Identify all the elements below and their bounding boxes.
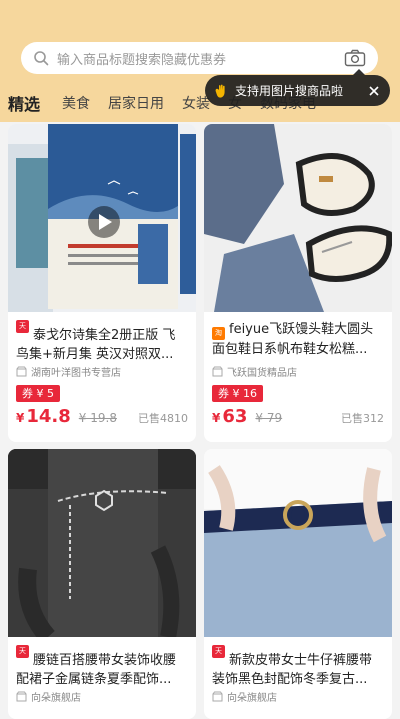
hand-wave-icon xyxy=(215,84,225,98)
price: ¥63 xyxy=(212,406,248,427)
product-title[interactable]: 天猫 泰戈尔诗集全2册正版 飞鸟集+新月集 英汉对照双... xyxy=(8,312,196,360)
shop-icon xyxy=(16,366,27,377)
original-price: ¥ 79 xyxy=(255,411,283,425)
product-card[interactable]: 天猫 新款皮带女士牛仔裤腰带装饰黑色封配饰冬季复古... 向朵旗舰店 xyxy=(204,449,392,719)
header: 输入商品标题搜索隐藏优惠券 精选 美食 居家日用 女装 女 数码家电 支持用图片… xyxy=(0,0,400,122)
shop-name[interactable]: 向朵旗舰店 xyxy=(8,685,196,704)
product-image[interactable] xyxy=(8,449,196,637)
shop-name[interactable]: 飞跃国货精品店 xyxy=(204,360,392,379)
search-bar[interactable]: 输入商品标题搜索隐藏优惠券 xyxy=(21,42,378,74)
tmall-badge: 天猫 xyxy=(16,645,29,668)
shop-icon xyxy=(212,691,223,702)
leather-belt-illustration xyxy=(204,449,392,637)
product-title[interactable]: 天猫 腰链百搭腰带女装饰收腰配裙子金属链条夏季配饰... xyxy=(8,637,196,685)
shop-name[interactable]: 湖南叶洋图书专营店 xyxy=(8,360,196,379)
product-card[interactable]: 淘 feiyue飞跃馒头鞋大圆头面包鞋日系帆布鞋女松糕... 飞跃国货精品店 券 … xyxy=(204,124,392,442)
tmall-badge: 天猫 xyxy=(16,320,29,343)
tab-featured[interactable]: 精选 xyxy=(8,91,40,115)
product-image[interactable] xyxy=(8,124,196,312)
image-search-tooltip[interactable]: 支持用图片搜商品啦 xyxy=(205,69,390,106)
price-row: ¥63 ¥ 79 已售312 xyxy=(204,402,392,427)
search-icon xyxy=(34,51,49,66)
product-card[interactable]: 天猫 泰戈尔诗集全2册正版 飞鸟集+新月集 英汉对照双... 湖南叶洋图书专营店 … xyxy=(8,124,196,442)
taobao-badge: 淘 xyxy=(212,327,225,340)
close-icon[interactable] xyxy=(368,85,380,97)
book-illustration xyxy=(8,124,196,312)
price-row: ¥14.8 ¥ 19.8 已售4810 xyxy=(8,402,196,427)
tmall-badge: 天猫 xyxy=(212,645,225,668)
sold-count: 已售312 xyxy=(341,412,384,425)
price: ¥14.8 xyxy=(16,406,71,427)
product-image[interactable] xyxy=(204,124,392,312)
camera-icon[interactable] xyxy=(344,49,366,67)
shoe-illustration xyxy=(204,124,392,312)
shop-icon xyxy=(16,691,27,702)
product-title[interactable]: 淘 feiyue飞跃馒头鞋大圆头面包鞋日系帆布鞋女松糕... xyxy=(204,312,392,360)
tab-food[interactable]: 美食 xyxy=(62,93,90,113)
product-card[interactable]: 天猫 腰链百搭腰带女装饰收腰配裙子金属链条夏季配饰... 向朵旗舰店 xyxy=(8,449,196,719)
coupon-badge[interactable]: 券 ¥ 5 xyxy=(16,385,60,402)
tab-home[interactable]: 居家日用 xyxy=(108,93,164,113)
shop-icon xyxy=(212,366,223,377)
chain-belt-illustration xyxy=(8,449,196,637)
search-input[interactable]: 输入商品标题搜索隐藏优惠券 xyxy=(57,49,344,68)
original-price: ¥ 19.8 xyxy=(78,411,117,425)
coupon-badge[interactable]: 券 ¥ 16 xyxy=(212,385,263,402)
tooltip-text: 支持用图片搜商品啦 xyxy=(235,84,344,98)
shop-name[interactable]: 向朵旗舰店 xyxy=(204,685,392,704)
product-image[interactable] xyxy=(204,449,392,637)
product-title[interactable]: 天猫 新款皮带女士牛仔裤腰带装饰黑色封配饰冬季复古... xyxy=(204,637,392,685)
sold-count: 已售4810 xyxy=(138,412,188,425)
